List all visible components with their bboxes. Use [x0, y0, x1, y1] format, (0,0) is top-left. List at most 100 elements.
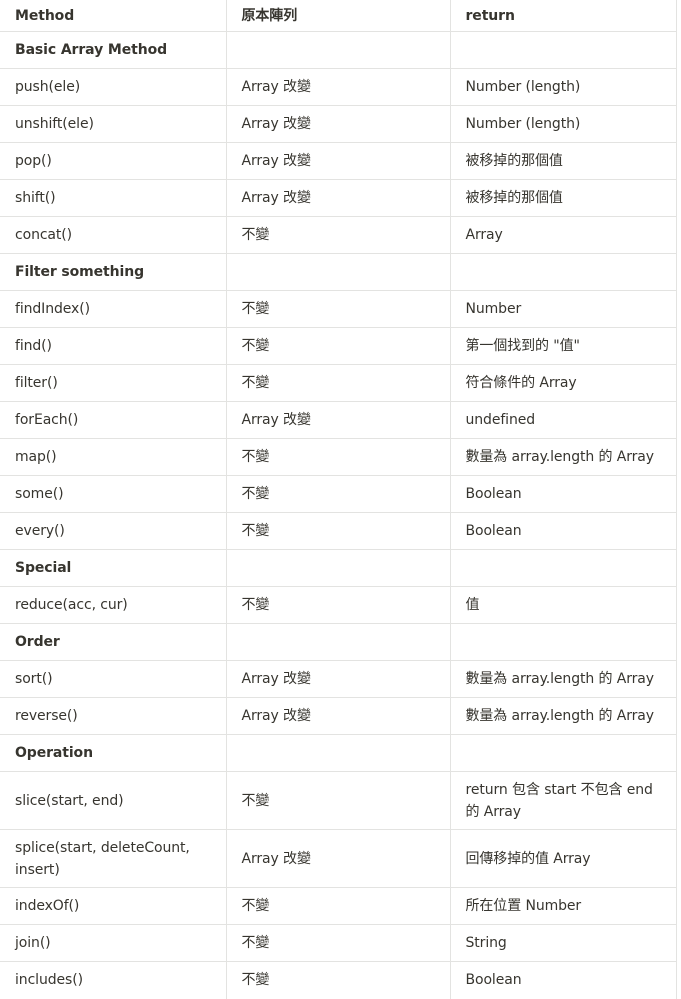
- header-original-array: 原本陣列: [226, 0, 450, 32]
- array-methods-table: Method 原本陣列 return Basic Array Methodpus…: [0, 0, 677, 999]
- return-cell: [450, 735, 676, 772]
- method-cell: slice(start, end): [0, 772, 226, 830]
- method-cell: forEach(): [0, 402, 226, 439]
- original-array-cell: Array 改變: [226, 180, 450, 217]
- section-title: Operation: [0, 735, 226, 772]
- return-cell: Array: [450, 217, 676, 254]
- method-cell: findIndex(): [0, 291, 226, 328]
- table-row: some()不變Boolean: [0, 476, 676, 513]
- return-cell: Boolean: [450, 962, 676, 999]
- method-cell: concat(): [0, 217, 226, 254]
- original-array-cell: 不變: [226, 439, 450, 476]
- original-array-cell: Array 改變: [226, 402, 450, 439]
- original-array-cell: [226, 254, 450, 291]
- section-title: Filter something: [0, 254, 226, 291]
- table-row: join()不變String: [0, 925, 676, 962]
- method-cell: sort(): [0, 661, 226, 698]
- return-cell: 值: [450, 587, 676, 624]
- method-cell: shift(): [0, 180, 226, 217]
- table-row: push(ele)Array 改變Number (length): [0, 69, 676, 106]
- table-row: map()不變數量為 array.length 的 Array: [0, 439, 676, 476]
- original-array-cell: 不變: [226, 925, 450, 962]
- return-cell: 被移掉的那個值: [450, 180, 676, 217]
- section-title: Special: [0, 550, 226, 587]
- return-cell: [450, 624, 676, 661]
- table-row: reduce(acc, cur)不變值: [0, 587, 676, 624]
- table-body: Basic Array Methodpush(ele)Array 改變Numbe…: [0, 32, 676, 999]
- original-array-cell: 不變: [226, 217, 450, 254]
- table-row: pop()Array 改變被移掉的那個值: [0, 143, 676, 180]
- table-row: splice(start, deleteCount, insert)Array …: [0, 830, 676, 888]
- return-cell: Boolean: [450, 476, 676, 513]
- return-cell: Number (length): [450, 106, 676, 143]
- section-title: Order: [0, 624, 226, 661]
- table-row: shift()Array 改變被移掉的那個值: [0, 180, 676, 217]
- return-cell: 所在位置 Number: [450, 888, 676, 925]
- return-cell: 數量為 array.length 的 Array: [450, 439, 676, 476]
- table-header-row: Method 原本陣列 return: [0, 0, 676, 32]
- return-cell: undefined: [450, 402, 676, 439]
- original-array-cell: Array 改變: [226, 106, 450, 143]
- table-row: every()不變Boolean: [0, 513, 676, 550]
- section-row: Filter something: [0, 254, 676, 291]
- return-cell: 符合條件的 Array: [450, 365, 676, 402]
- original-array-cell: 不變: [226, 476, 450, 513]
- method-cell: reverse(): [0, 698, 226, 735]
- method-cell: pop(): [0, 143, 226, 180]
- method-cell: find(): [0, 328, 226, 365]
- return-cell: [450, 254, 676, 291]
- section-row: Order: [0, 624, 676, 661]
- return-cell: String: [450, 925, 676, 962]
- return-cell: 數量為 array.length 的 Array: [450, 661, 676, 698]
- method-cell: indexOf(): [0, 888, 226, 925]
- table-row: findIndex()不變Number: [0, 291, 676, 328]
- return-cell: 被移掉的那個值: [450, 143, 676, 180]
- return-cell: return 包含 start 不包含 end 的 Array: [450, 772, 676, 830]
- original-array-cell: Array 改變: [226, 143, 450, 180]
- table-row: concat()不變Array: [0, 217, 676, 254]
- original-array-cell: 不變: [226, 587, 450, 624]
- original-array-cell: [226, 32, 450, 69]
- original-array-cell: [226, 550, 450, 587]
- method-cell: splice(start, deleteCount, insert): [0, 830, 226, 888]
- method-cell: some(): [0, 476, 226, 513]
- method-cell: join(): [0, 925, 226, 962]
- original-array-cell: 不變: [226, 365, 450, 402]
- table-row: sort()Array 改變數量為 array.length 的 Array: [0, 661, 676, 698]
- method-cell: filter(): [0, 365, 226, 402]
- section-row: Operation: [0, 735, 676, 772]
- section-row: Basic Array Method: [0, 32, 676, 69]
- method-cell: reduce(acc, cur): [0, 587, 226, 624]
- original-array-cell: 不變: [226, 328, 450, 365]
- return-cell: [450, 32, 676, 69]
- method-cell: includes(): [0, 962, 226, 999]
- table-row: find()不變第一個找到的 "值": [0, 328, 676, 365]
- method-cell: every(): [0, 513, 226, 550]
- original-array-cell: 不變: [226, 772, 450, 830]
- original-array-cell: Array 改變: [226, 698, 450, 735]
- return-cell: 數量為 array.length 的 Array: [450, 698, 676, 735]
- table-row: filter()不變符合條件的 Array: [0, 365, 676, 402]
- return-cell: [450, 550, 676, 587]
- method-cell: unshift(ele): [0, 106, 226, 143]
- table-row: unshift(ele)Array 改變Number (length): [0, 106, 676, 143]
- original-array-cell: [226, 735, 450, 772]
- header-method: Method: [0, 0, 226, 32]
- header-return: return: [450, 0, 676, 32]
- original-array-cell: 不變: [226, 291, 450, 328]
- original-array-cell: 不變: [226, 962, 450, 999]
- return-cell: Boolean: [450, 513, 676, 550]
- return-cell: Number: [450, 291, 676, 328]
- table-row: forEach()Array 改變undefined: [0, 402, 676, 439]
- section-row: Special: [0, 550, 676, 587]
- section-title: Basic Array Method: [0, 32, 226, 69]
- original-array-cell: 不變: [226, 888, 450, 925]
- original-array-cell: 不變: [226, 513, 450, 550]
- original-array-cell: Array 改變: [226, 830, 450, 888]
- original-array-cell: Array 改變: [226, 661, 450, 698]
- return-cell: 回傳移掉的值 Array: [450, 830, 676, 888]
- return-cell: Number (length): [450, 69, 676, 106]
- original-array-cell: [226, 624, 450, 661]
- table-row: includes()不變Boolean: [0, 962, 676, 999]
- original-array-cell: Array 改變: [226, 69, 450, 106]
